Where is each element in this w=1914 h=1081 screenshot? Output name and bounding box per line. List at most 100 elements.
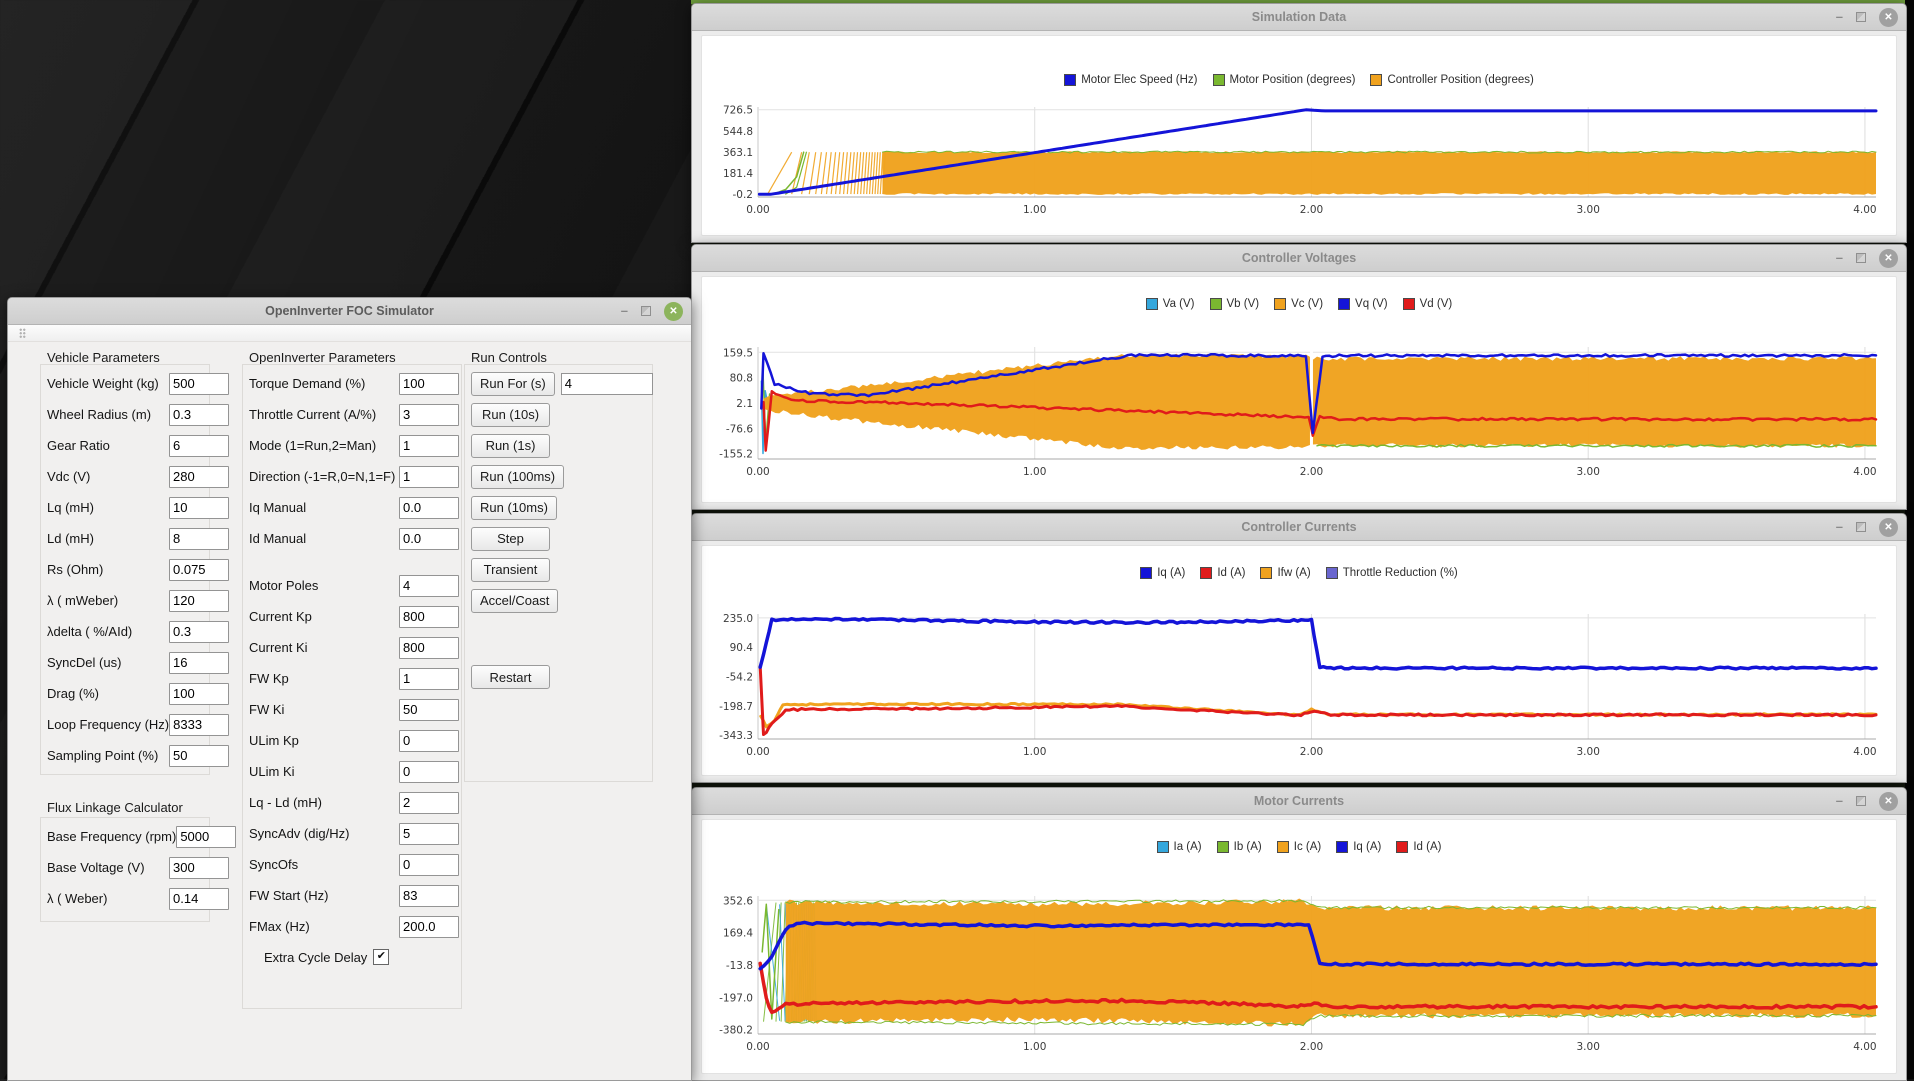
flux-parameter-rows: Base Frequency (rpm) Base Voltage (V) λ … bbox=[47, 821, 227, 914]
parameter-input[interactable] bbox=[169, 559, 229, 581]
run-control-button[interactable]: Run (10ms) bbox=[471, 496, 557, 520]
field-label: Base Frequency (rpm) bbox=[47, 829, 176, 844]
maximize-button[interactable] bbox=[1856, 796, 1866, 806]
parameter-input[interactable] bbox=[399, 404, 459, 426]
field-label: λdelta ( %/AId) bbox=[47, 624, 169, 639]
form-row: Throttle Current (A/%) bbox=[249, 399, 459, 430]
parameter-input[interactable] bbox=[169, 683, 229, 705]
window-title: Controller Voltages bbox=[692, 245, 1906, 271]
parameter-input[interactable] bbox=[169, 497, 229, 519]
close-button[interactable]: ✕ bbox=[1879, 792, 1898, 811]
parameter-input[interactable] bbox=[169, 745, 229, 767]
parameter-input[interactable] bbox=[399, 885, 459, 907]
section-header-vehicle-parameters: Vehicle Parameters bbox=[47, 350, 160, 365]
parameter-input[interactable] bbox=[399, 606, 459, 628]
field-label: Iq Manual bbox=[249, 500, 399, 515]
parameter-input[interactable] bbox=[169, 404, 229, 426]
close-button[interactable]: ✕ bbox=[1879, 8, 1898, 27]
minimize-button[interactable]: – bbox=[1836, 4, 1843, 30]
run-control-button[interactable]: Step bbox=[471, 527, 550, 551]
titlebar[interactable]: Simulation Data – ✕ bbox=[692, 4, 1906, 31]
parameter-input[interactable] bbox=[399, 435, 459, 457]
form-row: Current Ki bbox=[249, 632, 459, 663]
svg-text:352.6: 352.6 bbox=[723, 895, 753, 907]
chart-plot: 159.580.82.1-76.6-155.20.001.002.003.004… bbox=[702, 277, 1896, 502]
run-for-seconds-input[interactable] bbox=[561, 373, 653, 395]
extra-cycle-delay-checkbox[interactable]: ✔ bbox=[373, 949, 389, 965]
parameter-input[interactable] bbox=[169, 466, 229, 488]
minimize-button[interactable]: – bbox=[621, 298, 628, 324]
minimize-button[interactable]: – bbox=[1836, 514, 1843, 540]
parameter-input[interactable] bbox=[399, 730, 459, 752]
parameter-input[interactable] bbox=[169, 888, 229, 910]
field-label: Throttle Current (A/%) bbox=[249, 407, 399, 422]
svg-text:169.4: 169.4 bbox=[723, 928, 753, 940]
form-row: SyncAdv (dig/Hz) bbox=[249, 818, 459, 849]
window-controls: – ✕ bbox=[1836, 788, 1898, 814]
parameter-input[interactable] bbox=[169, 590, 229, 612]
close-button[interactable]: ✕ bbox=[664, 302, 683, 321]
maximize-button[interactable] bbox=[641, 306, 651, 316]
parameter-input[interactable] bbox=[399, 823, 459, 845]
field-label: ULim Ki bbox=[249, 764, 399, 779]
svg-text:-380.2: -380.2 bbox=[719, 1025, 753, 1037]
parameter-input[interactable] bbox=[169, 652, 229, 674]
field-label: Rs (Ohm) bbox=[47, 562, 169, 577]
svg-text:-198.7: -198.7 bbox=[719, 701, 753, 713]
parameter-input[interactable] bbox=[169, 714, 229, 736]
parameter-input[interactable] bbox=[399, 668, 459, 690]
window-simulation-data: Simulation Data – ✕ Motor Elec Speed (Hz… bbox=[691, 3, 1907, 243]
parameter-input[interactable] bbox=[169, 621, 229, 643]
svg-text:159.5: 159.5 bbox=[723, 347, 753, 359]
close-button[interactable]: ✕ bbox=[1879, 249, 1898, 268]
close-button[interactable]: ✕ bbox=[1879, 518, 1898, 537]
run-for-button[interactable]: Run For (s) bbox=[471, 372, 555, 396]
parameter-input[interactable] bbox=[399, 792, 459, 814]
maximize-button[interactable] bbox=[1856, 522, 1866, 532]
parameter-input[interactable] bbox=[399, 466, 459, 488]
svg-text:726.5: 726.5 bbox=[723, 105, 753, 117]
minimize-button[interactable]: – bbox=[1836, 788, 1843, 814]
parameter-input[interactable] bbox=[399, 761, 459, 783]
run-control-button[interactable]: Run (100ms) bbox=[471, 465, 564, 489]
parameter-input[interactable] bbox=[399, 854, 459, 876]
field-label: Mode (1=Run,2=Man) bbox=[249, 438, 399, 453]
run-control-button[interactable]: Run (1s) bbox=[471, 434, 550, 458]
toolbar-grip-icon[interactable] bbox=[19, 328, 26, 339]
form-row: FMax (Hz) bbox=[249, 911, 459, 942]
parameter-input[interactable] bbox=[169, 528, 229, 550]
run-control-button[interactable]: Transient bbox=[471, 558, 550, 582]
form-row: Gear Ratio bbox=[47, 430, 227, 461]
parameter-input[interactable] bbox=[176, 826, 236, 848]
titlebar[interactable]: Motor Currents – ✕ bbox=[692, 788, 1906, 815]
parameter-input[interactable] bbox=[169, 857, 229, 879]
parameter-input[interactable] bbox=[399, 528, 459, 550]
run-button-row: Accel/Coast bbox=[471, 585, 681, 616]
form-row: FW Kp bbox=[249, 663, 459, 694]
parameter-input[interactable] bbox=[169, 435, 229, 457]
run-control-button[interactable]: Run (10s) bbox=[471, 403, 550, 427]
maximize-button[interactable] bbox=[1856, 253, 1866, 263]
run-control-button[interactable]: Accel/Coast bbox=[471, 589, 558, 613]
run-button-row: Run (10s) bbox=[471, 399, 681, 430]
field-label: Ld (mH) bbox=[47, 531, 169, 546]
form-row: ULim Ki bbox=[249, 756, 459, 787]
svg-text:3.00: 3.00 bbox=[1577, 746, 1600, 758]
parameter-input[interactable] bbox=[169, 373, 229, 395]
parameter-input[interactable] bbox=[399, 497, 459, 519]
form-row: λdelta ( %/AId) bbox=[47, 616, 227, 647]
minimize-button[interactable]: – bbox=[1836, 245, 1843, 271]
form-row: Sampling Point (%) bbox=[47, 740, 227, 771]
titlebar[interactable]: Controller Voltages – ✕ bbox=[692, 245, 1906, 272]
restart-button[interactable]: Restart bbox=[471, 665, 550, 689]
parameter-input[interactable] bbox=[399, 637, 459, 659]
titlebar[interactable]: Controller Currents – ✕ bbox=[692, 514, 1906, 541]
window-title: Simulation Data bbox=[692, 4, 1906, 30]
parameter-input[interactable] bbox=[399, 373, 459, 395]
parameter-input[interactable] bbox=[399, 699, 459, 721]
titlebar[interactable]: OpenInverter FOC Simulator – ✕ bbox=[8, 298, 691, 325]
maximize-button[interactable] bbox=[1856, 12, 1866, 22]
parameter-input[interactable] bbox=[399, 916, 459, 938]
svg-text:4.00: 4.00 bbox=[1853, 204, 1876, 216]
parameter-input[interactable] bbox=[399, 575, 459, 597]
